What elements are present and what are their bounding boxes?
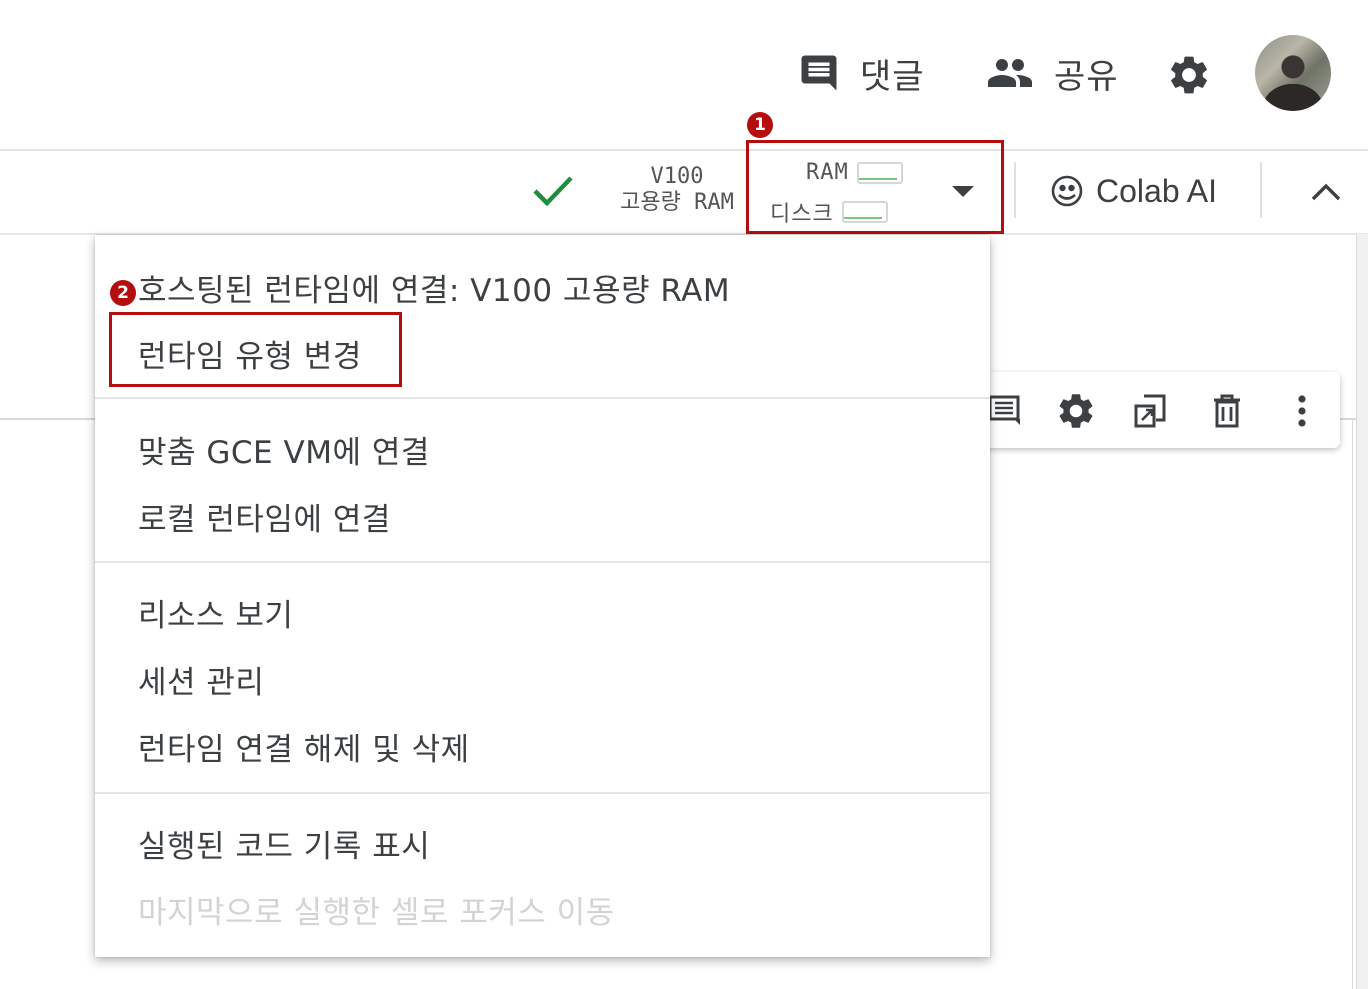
top-header [0, 0, 1368, 150]
chevron-up-icon[interactable] [1308, 176, 1344, 206]
people-icon [988, 59, 1032, 87]
annotation-highlight-2 [109, 312, 402, 387]
menu-item-disconnect-delete[interactable]: 런타임 연결 해제 및 삭제 [138, 724, 470, 769]
delete-icon[interactable] [1206, 390, 1248, 432]
menu-item-connect-gce-vm[interactable]: 맞춤 GCE VM에 연결 [138, 427, 430, 472]
gear-icon [1171, 56, 1207, 94]
menu-item-focus-last-cell: 마지막으로 실행한 셀로 포커스 이동 [138, 895, 615, 931]
toolbar-separator [1014, 162, 1016, 218]
menu-divider [95, 792, 990, 794]
menu-item-view-resources[interactable]: 리소스 보기 [138, 590, 293, 635]
comments-label: 댓글 [860, 56, 925, 97]
code-cell[interactable] [990, 420, 1353, 989]
checkmark-icon [533, 176, 573, 207]
menu-item-manage-sessions[interactable]: 세션 관리 [138, 657, 264, 702]
more-vert-icon[interactable] [1281, 390, 1323, 432]
annotation-badge-1: 1 [747, 112, 773, 138]
menu-item-connect-local[interactable]: 로컬 런타임에 연결 [138, 494, 391, 539]
scrollbar-track[interactable] [1356, 234, 1368, 989]
menu-divider [95, 561, 990, 563]
machine-type-label[interactable]: V100 고용량 RAM [604, 164, 750, 216]
menu-item-connect-hosted[interactable]: 호스팅된 런타임에 연결: V100 고용량 RAM [138, 265, 730, 310]
comment-icon [801, 55, 837, 91]
annotation-badge-2: 2 [110, 280, 136, 306]
share-label: 공유 [1054, 56, 1119, 97]
comment-icon[interactable] [984, 390, 1026, 432]
colab-ai-label: Colab AI [1096, 172, 1217, 209]
toolbar-separator [1260, 162, 1262, 218]
comments-button[interactable]: 댓글 [798, 46, 925, 100]
share-button[interactable]: 공유 [986, 46, 1119, 100]
menu-item-show-executed-code[interactable]: 실행된 코드 기록 표시 [138, 821, 430, 866]
machine-gpu: V100 [650, 164, 704, 189]
colab-ai-icon [1051, 175, 1083, 207]
mirror-cell-icon[interactable] [1130, 390, 1172, 432]
menu-divider [95, 397, 990, 399]
settings-button[interactable] [1166, 52, 1212, 98]
annotation-highlight-1 [746, 140, 1004, 234]
gear-icon[interactable] [1055, 390, 1097, 432]
colab-ai-button[interactable]: Colab AI [1050, 168, 1217, 214]
machine-ram: 고용량 RAM [620, 190, 734, 215]
avatar[interactable] [1255, 35, 1331, 111]
